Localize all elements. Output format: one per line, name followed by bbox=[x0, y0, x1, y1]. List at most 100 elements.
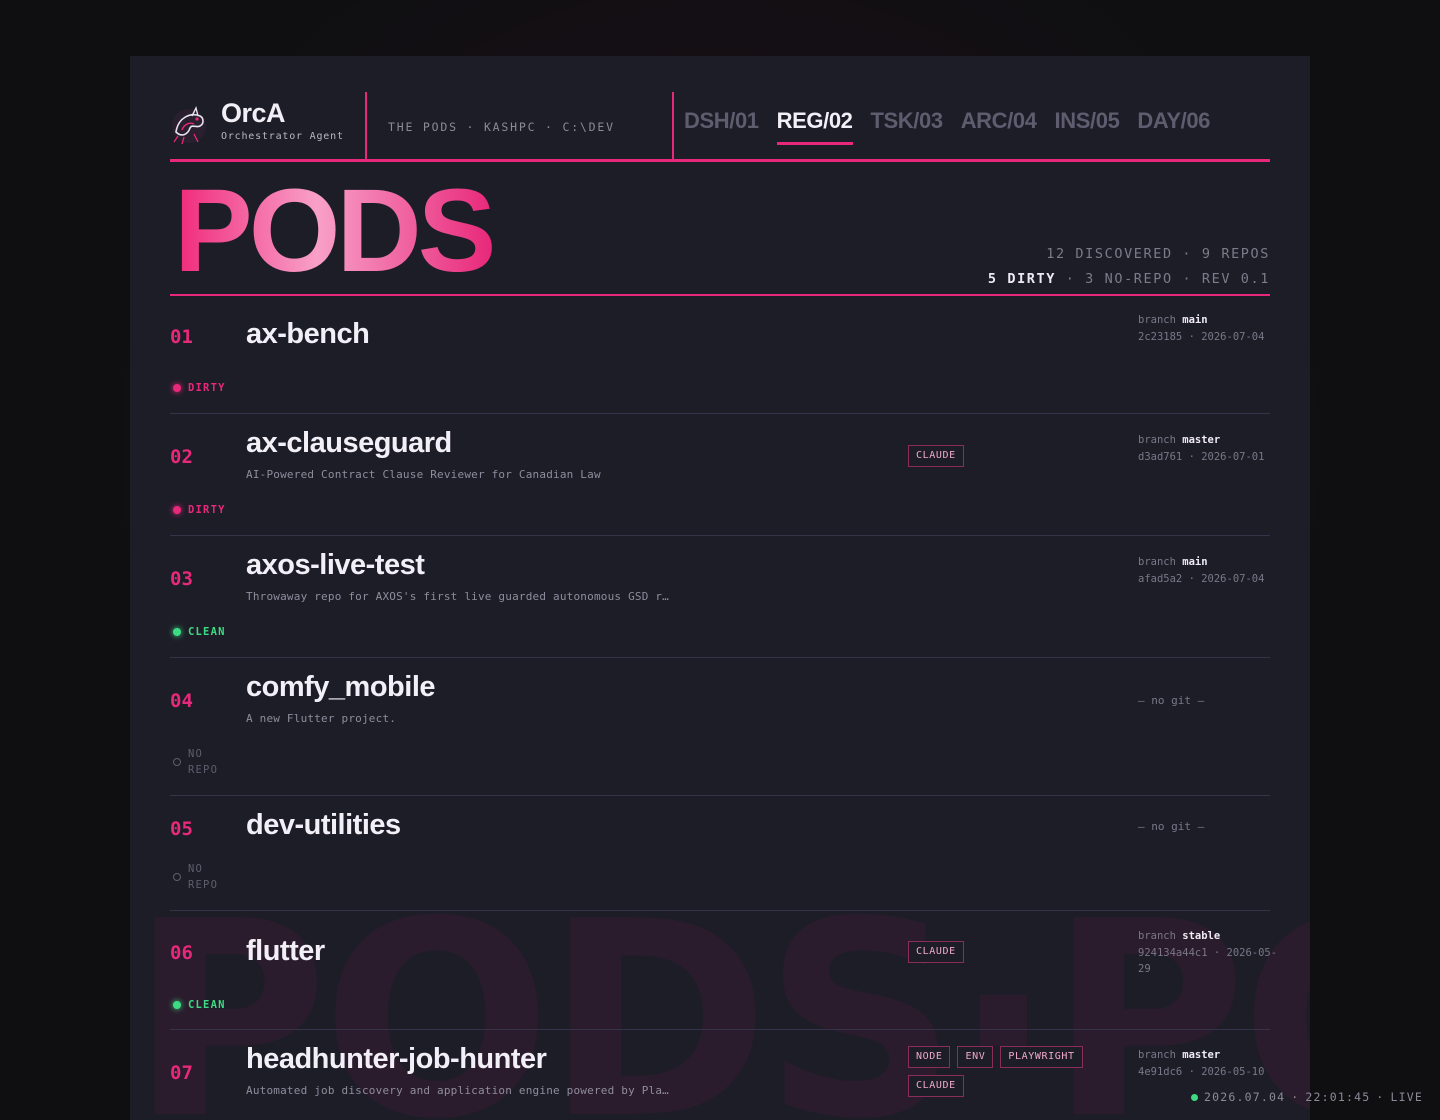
breadcrumb: THE PODS · KASHPC · C:\DEV bbox=[388, 120, 615, 134]
status-badge: DIRTY bbox=[173, 504, 226, 516]
brand-subtitle: Orchestrator Agent bbox=[221, 131, 344, 142]
pod-name[interactable]: flutter bbox=[246, 935, 325, 968]
branch-name: main bbox=[1182, 556, 1208, 568]
pod-number: 04 bbox=[170, 690, 193, 712]
status-dot-icon bbox=[173, 1001, 181, 1009]
branch-name: stable bbox=[1182, 930, 1221, 942]
pod-name[interactable]: headhunter-job-hunter bbox=[246, 1043, 547, 1076]
pod-description: A new Flutter project. bbox=[246, 712, 397, 725]
summary-line-1: 12 DISCOVERED · 9 REPOS bbox=[1046, 246, 1270, 262]
commit-info: 4e91dc6 · 2026-05-10 bbox=[1138, 1065, 1265, 1078]
pod-description: Throwaway repo for AXOS's first live gua… bbox=[246, 590, 669, 603]
status-ring-icon bbox=[173, 758, 181, 766]
pod-number: 02 bbox=[170, 446, 193, 468]
pod-description: AI-Powered Contract Clause Reviewer for … bbox=[246, 468, 601, 481]
tab-arc[interactable]: ARC/04 bbox=[961, 110, 1037, 145]
tab-ins[interactable]: INS/05 bbox=[1055, 110, 1120, 145]
header-divider bbox=[365, 92, 367, 160]
no-git-label: — no git — bbox=[1138, 694, 1205, 707]
tag-list: CLAUDE bbox=[908, 941, 1098, 963]
hero: PODS 12 DISCOVERED · 9 REPOS 5 DIRTY · 3… bbox=[170, 162, 1270, 296]
separator: · bbox=[1291, 1090, 1300, 1104]
commit-info: d3ad761 · 2026-07-01 bbox=[1138, 450, 1265, 463]
status-dot-icon bbox=[173, 628, 181, 636]
pod-row[interactable]: 05 dev-utilities NO REPO — no git — bbox=[170, 796, 1270, 911]
tag-list: NODE ENV PLAYWRIGHT CLAUDE bbox=[908, 1046, 1098, 1097]
live-label: LIVE bbox=[1390, 1090, 1423, 1104]
pod-row[interactable]: 03 axos-live-test Throwaway repo for AXO… bbox=[170, 536, 1270, 658]
orca-logo-icon[interactable] bbox=[170, 104, 208, 148]
pod-name[interactable]: dev-utilities bbox=[246, 809, 401, 842]
branch-name: main bbox=[1182, 314, 1208, 326]
brand-name: OrcA bbox=[221, 98, 286, 128]
branch-label: branch bbox=[1138, 930, 1176, 942]
status-label: CLEAN bbox=[188, 999, 226, 1011]
tab-day[interactable]: DAY/06 bbox=[1137, 110, 1210, 145]
git-meta: branch master 4e91dc6 · 2026-05-10 bbox=[1138, 1047, 1270, 1080]
branch-name: master bbox=[1182, 1049, 1221, 1061]
top-header: OrcA Orchestrator Agent THE PODS · KASHP… bbox=[170, 56, 1270, 162]
pod-number: 07 bbox=[170, 1062, 193, 1084]
pod-name[interactable]: axos-live-test bbox=[246, 549, 425, 582]
live-time: 22:01:45 bbox=[1305, 1090, 1371, 1104]
status-label: DIRTY bbox=[188, 382, 226, 394]
summary-line-2: 5 DIRTY · 3 NO-REPO · REV 0.1 bbox=[988, 267, 1270, 292]
pod-name[interactable]: ax-clauseguard bbox=[246, 427, 452, 460]
pod-row[interactable]: 06 flutter CLEAN CLAUDE branch stable 924… bbox=[170, 911, 1277, 1030]
git-meta: branch master d3ad761 · 2026-07-01 bbox=[1138, 432, 1270, 465]
branch-label: branch bbox=[1138, 1049, 1176, 1061]
pod-row[interactable]: 02 ax-clauseguard AI-Powered Contract Cl… bbox=[170, 414, 1270, 536]
pod-row[interactable]: 07 headhunter-job-hunter Automated job d… bbox=[170, 1030, 1270, 1120]
pod-row[interactable]: 04 comfy_mobile A new Flutter project. N… bbox=[170, 658, 1270, 796]
tag-list: CLAUDE bbox=[908, 445, 1098, 467]
commit-info: 924134a44c1 · 2026-05-29 bbox=[1138, 946, 1278, 976]
commit-info: afad5a2 · 2026-07-04 bbox=[1138, 572, 1265, 585]
header-divider bbox=[672, 92, 674, 160]
pod-number: 03 bbox=[170, 568, 193, 590]
tag-node[interactable]: NODE bbox=[908, 1046, 951, 1068]
tag-env[interactable]: ENV bbox=[957, 1046, 994, 1068]
summary-rest: · 3 NO-REPO · REV 0.1 bbox=[1055, 271, 1270, 287]
status-label: CLEAN bbox=[188, 626, 226, 638]
dirty-count: 5 DIRTY bbox=[987, 271, 1056, 287]
status-dot-icon bbox=[173, 384, 181, 392]
pod-name[interactable]: ax-bench bbox=[246, 318, 370, 351]
tag-claude[interactable]: CLAUDE bbox=[908, 445, 964, 467]
pod-summary: 12 DISCOVERED · 9 REPOS 5 DIRTY · 3 NO-R… bbox=[988, 242, 1270, 292]
tab-tsk[interactable]: TSK/03 bbox=[871, 110, 944, 145]
git-meta: branch stable 924134a44c1 · 2026-05-29 bbox=[1138, 928, 1278, 978]
branch-label: branch bbox=[1138, 314, 1176, 326]
status-label: NO REPO bbox=[188, 748, 219, 776]
status-badge: NO REPO bbox=[173, 746, 228, 778]
status-label: NO REPO bbox=[188, 863, 219, 891]
pod-description: Automated job discovery and application … bbox=[246, 1084, 669, 1097]
content: OrcA Orchestrator Agent THE PODS · KASHP… bbox=[170, 56, 1277, 1120]
branch-label: branch bbox=[1138, 556, 1176, 568]
nav-tabs: DSH/01 REG/02 TSK/03 ARC/04 INS/05 DAY/0… bbox=[684, 110, 1210, 145]
tag-claude[interactable]: CLAUDE bbox=[908, 941, 964, 963]
branch-label: branch bbox=[1138, 434, 1176, 446]
status-badge: CLEAN bbox=[173, 999, 226, 1011]
git-meta: branch main 2c23185 · 2026-07-04 bbox=[1138, 312, 1270, 345]
pod-number: 05 bbox=[170, 818, 193, 840]
status-badge: NO REPO bbox=[173, 861, 228, 893]
brand: OrcA Orchestrator Agent bbox=[221, 98, 344, 143]
branch-name: master bbox=[1182, 434, 1221, 446]
tab-reg[interactable]: REG/02 bbox=[776, 110, 853, 145]
page-title: PODS bbox=[174, 165, 496, 297]
pod-name[interactable]: comfy_mobile bbox=[246, 671, 436, 704]
pod-number: 06 bbox=[170, 942, 193, 964]
pod-row[interactable]: 01 ax-bench DIRTY branch main 2c23185 · 2… bbox=[170, 296, 1270, 414]
status-badge: CLEAN bbox=[173, 626, 226, 638]
status-ring-icon bbox=[173, 873, 181, 881]
tab-dsh[interactable]: DSH/01 bbox=[684, 110, 759, 145]
no-git-label: — no git — bbox=[1138, 820, 1205, 833]
status-label: DIRTY bbox=[188, 504, 226, 516]
status-badge: DIRTY bbox=[173, 382, 226, 394]
status-dot-icon bbox=[173, 506, 181, 514]
tag-playwright[interactable]: PLAYWRIGHT bbox=[1000, 1046, 1083, 1068]
commit-info: 2c23185 · 2026-07-04 bbox=[1138, 330, 1265, 343]
tag-claude[interactable]: CLAUDE bbox=[908, 1075, 964, 1097]
git-meta: branch main afad5a2 · 2026-07-04 bbox=[1138, 554, 1270, 587]
main-panel: PODS·PODS OrcA Orchestrator Agent THE PO… bbox=[130, 56, 1310, 1120]
